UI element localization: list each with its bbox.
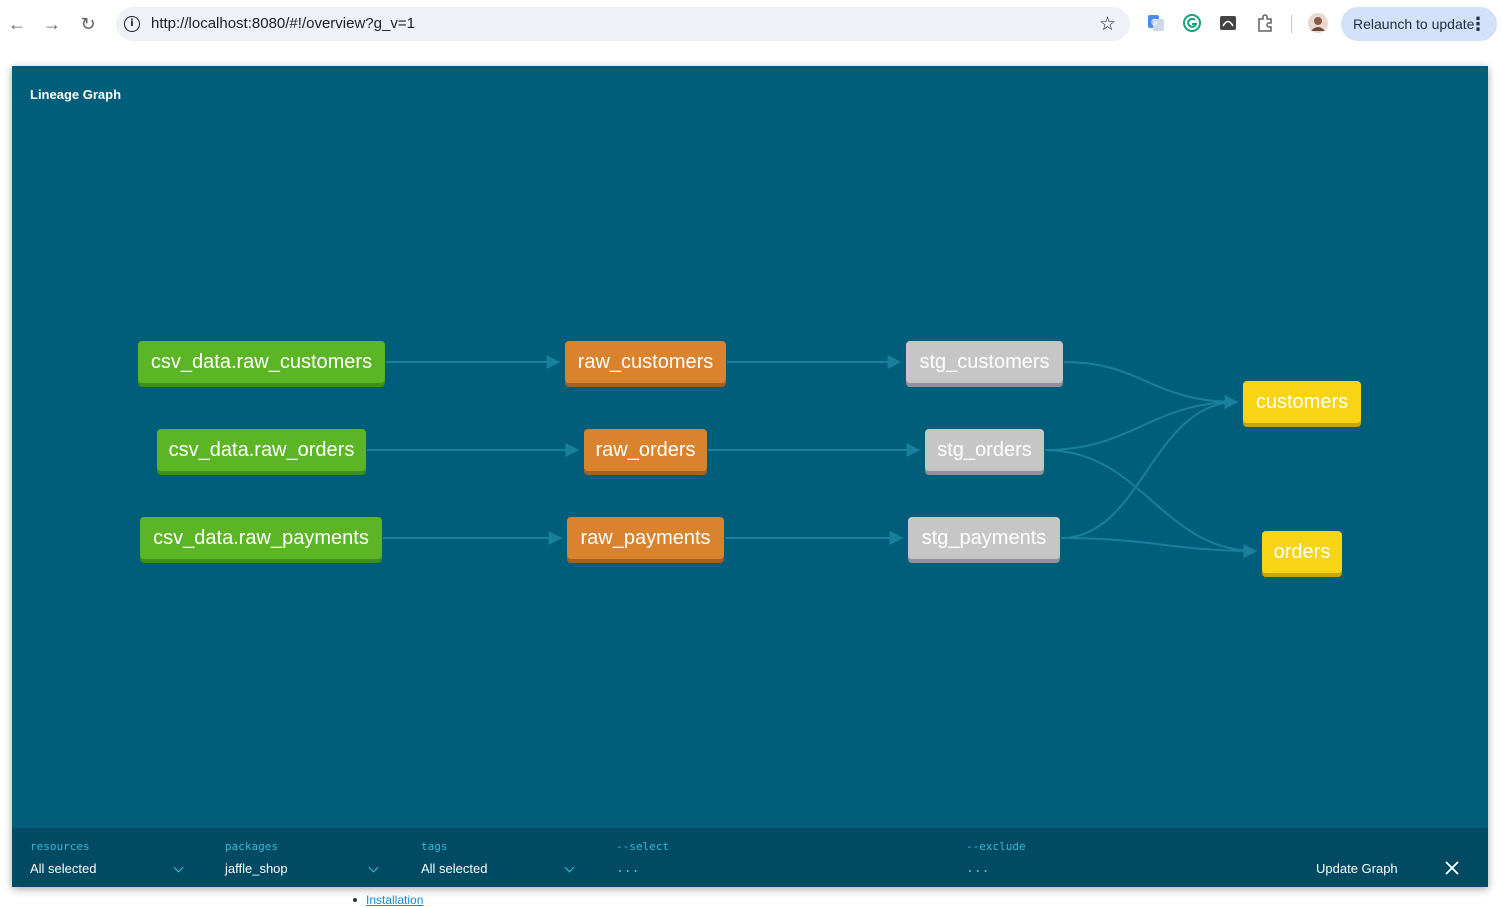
address-bar[interactable]: i http://localhost:8080/#!/overview?g_v=… [116, 7, 1130, 41]
back-icon[interactable]: ← [5, 12, 29, 36]
packages-select[interactable]: jaffle_shop [225, 861, 288, 876]
edge-stg-customers-customers [1063, 361, 1239, 409]
translate-icon[interactable]: G [1147, 14, 1165, 32]
node-csv-data-raw-payments[interactable]: csv_data.raw_payments [140, 517, 382, 559]
bookmark-star-icon[interactable]: ☆ [1099, 13, 1116, 36]
chevron-down-icon[interactable] [173, 862, 184, 873]
select-label: --select [616, 840, 669, 853]
graph-filter-bar: resources All selected packages jaffle_s… [12, 828, 1488, 887]
node-stg-customers[interactable]: stg_customers [906, 341, 1063, 383]
tags-select[interactable]: All selected [421, 861, 487, 876]
node-raw-customers[interactable]: raw_customers [565, 341, 726, 383]
update-graph-button[interactable]: Update Graph [1316, 861, 1398, 876]
grammarly-icon[interactable] [1183, 14, 1201, 32]
exclude-input[interactable]: ... [966, 861, 989, 876]
resources-label: resources [30, 840, 90, 853]
list-bullet [353, 898, 357, 902]
forward-icon[interactable]: → [40, 12, 64, 36]
node-customers[interactable]: customers [1243, 381, 1361, 423]
tags-label: tags [421, 840, 448, 853]
profile-avatar[interactable] [1308, 13, 1328, 33]
svg-text:G: G [1151, 18, 1157, 27]
resources-select[interactable]: All selected [30, 861, 96, 876]
node-raw-payments[interactable]: raw_payments [567, 517, 724, 559]
exclude-label: --exclude [966, 840, 1026, 853]
lineage-graph-modal: Lineage Graph csv_data.raw_customers csv… [12, 66, 1488, 887]
reload-icon[interactable]: ↻ [76, 12, 100, 36]
installation-link[interactable]: Installation [366, 893, 423, 907]
chevron-down-icon[interactable] [564, 862, 575, 873]
node-stg-orders[interactable]: stg_orders [925, 429, 1044, 471]
toolbar-divider [1291, 15, 1292, 33]
relaunch-to-update-button[interactable]: Relaunch to update ⋮ [1341, 7, 1497, 41]
relaunch-label: Relaunch to update [1353, 16, 1475, 32]
url-text[interactable]: http://localhost:8080/#!/overview?g_v=1 [151, 15, 415, 32]
select-input[interactable]: ... [616, 861, 639, 876]
close-icon[interactable] [1444, 860, 1460, 876]
node-csv-data-raw-orders[interactable]: csv_data.raw_orders [157, 429, 366, 471]
dashboard-extension-icon[interactable] [1219, 14, 1237, 32]
edge-stg-orders-customers [1044, 395, 1239, 451]
site-info-icon[interactable]: i [124, 16, 140, 32]
more-menu-icon[interactable]: ⋮ [1469, 7, 1487, 41]
browser-toolbar: ← → ↻ i http://localhost:8080/#!/overvie… [0, 0, 1502, 49]
extensions-puzzle-icon[interactable] [1256, 14, 1274, 32]
edge-stg-payments-orders [1060, 537, 1258, 558]
node-stg-payments[interactable]: stg_payments [908, 517, 1060, 559]
node-csv-data-raw-customers[interactable]: csv_data.raw_customers [138, 341, 385, 383]
chevron-down-icon[interactable] [368, 862, 379, 873]
node-raw-orders[interactable]: raw_orders [584, 429, 707, 471]
packages-label: packages [225, 840, 278, 853]
node-orders[interactable]: orders [1262, 531, 1342, 573]
